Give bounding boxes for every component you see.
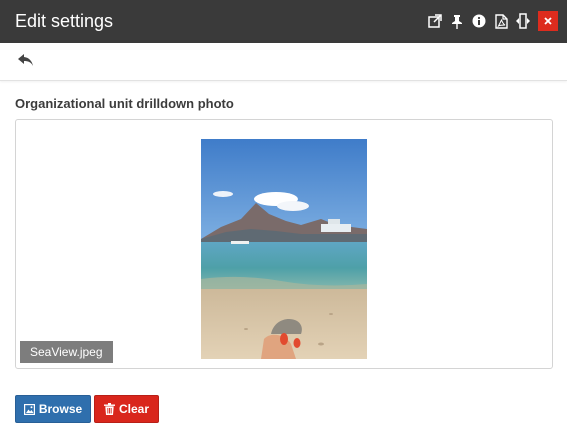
popout-icon[interactable]: [425, 11, 445, 31]
image-icon: [23, 403, 35, 415]
photo-field-label: Organizational unit drilldown photo: [15, 96, 234, 111]
browse-button[interactable]: Browse: [15, 395, 91, 423]
browse-button-label: Browse: [38, 402, 83, 416]
close-button[interactable]: [538, 11, 558, 31]
close-icon: [544, 17, 552, 25]
photo-preview-image: [201, 139, 367, 359]
clear-button[interactable]: Clear: [94, 395, 159, 423]
clear-button-label: Clear: [118, 402, 150, 416]
window-title: Edit settings: [15, 11, 114, 31]
title-bar: Edit settings: [0, 0, 567, 43]
toolbar: [0, 43, 567, 81]
pdf-icon[interactable]: [491, 11, 511, 31]
info-icon[interactable]: [469, 11, 489, 31]
resize-icon[interactable]: [513, 11, 533, 31]
title-bar-actions: [423, 11, 558, 31]
trash-icon: [103, 403, 115, 415]
photo-preview-box: SeaView.jpeg: [15, 119, 553, 369]
back-arrow-icon: [18, 54, 33, 66]
pin-icon[interactable]: [447, 11, 467, 31]
file-name-badge: SeaView.jpeg: [20, 341, 113, 363]
back-button[interactable]: [18, 53, 38, 71]
